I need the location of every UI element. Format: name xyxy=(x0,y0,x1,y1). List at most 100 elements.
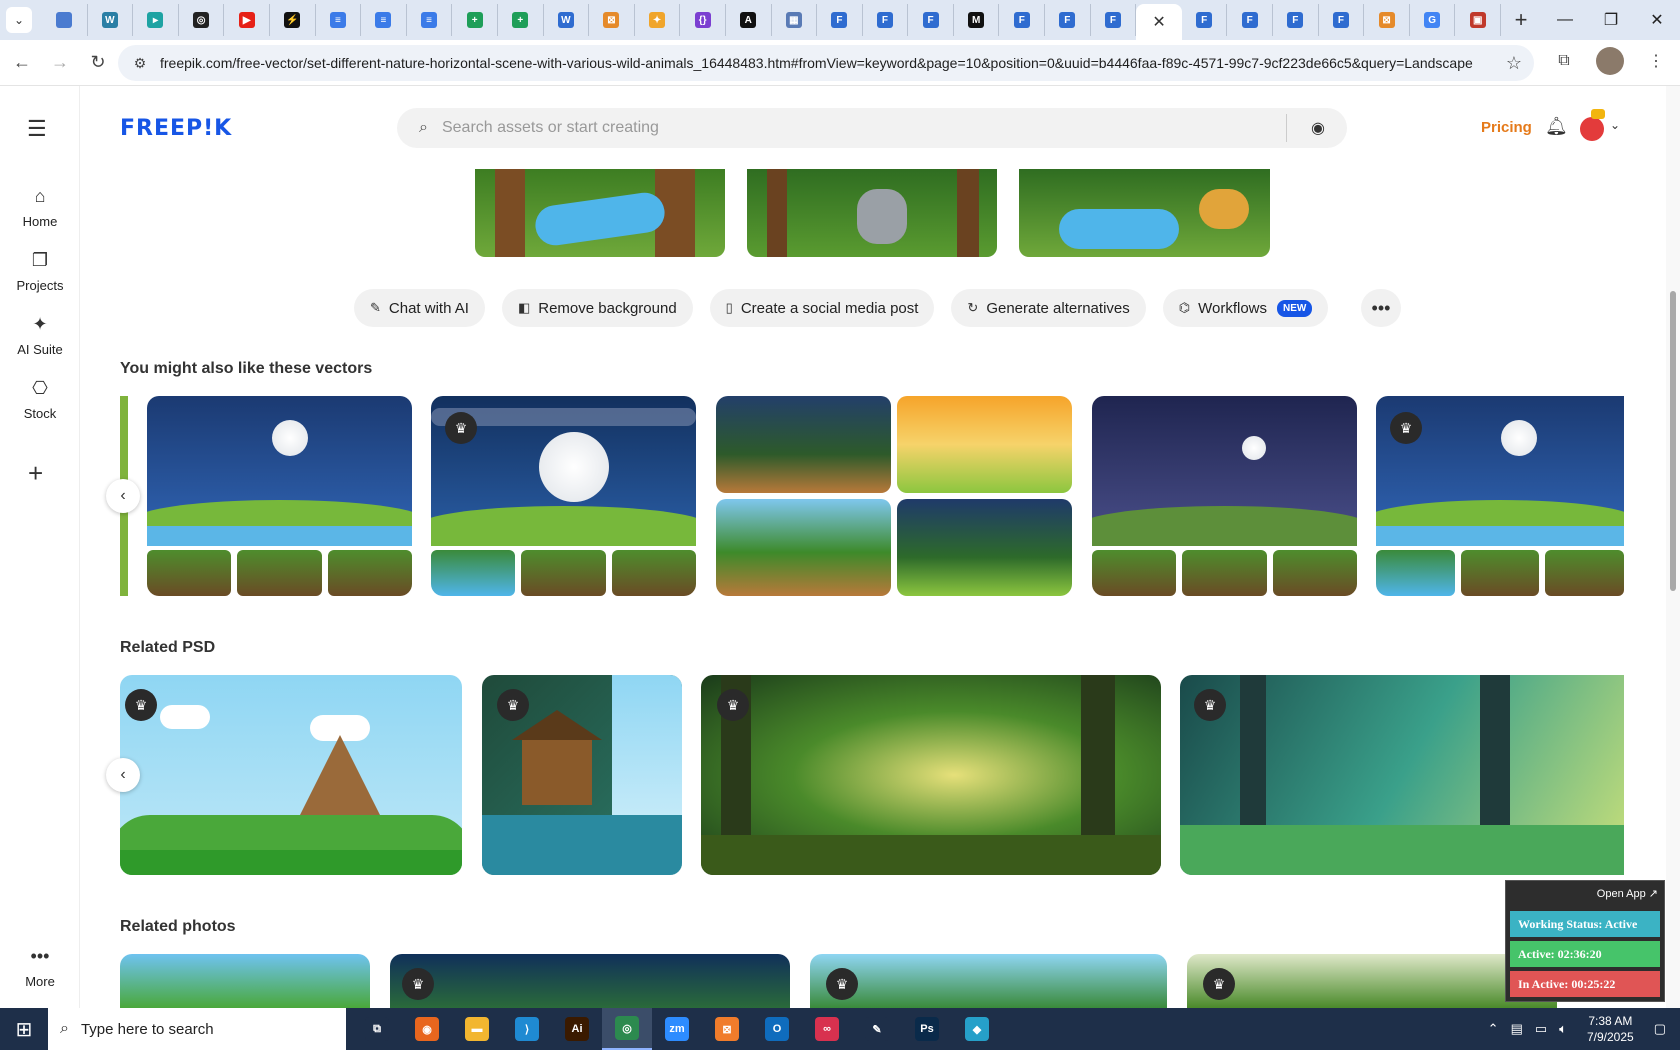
search-bar[interactable]: ⌕ ◉ xyxy=(397,108,1347,148)
close-icon[interactable]: ✕ xyxy=(1152,12,1165,32)
photo-card[interactable]: ♛ xyxy=(390,954,790,1008)
browser-tab[interactable]: G xyxy=(1410,4,1456,36)
taskbar-app[interactable]: ◆ xyxy=(952,1008,1002,1050)
rail-item-projects[interactable]: ❐ Projects xyxy=(0,250,80,293)
new-tab-button[interactable]: + xyxy=(1507,6,1535,34)
browser-tab[interactable]: ▣ xyxy=(1455,4,1501,36)
rail-item-ai-suite[interactable]: ✦ AI Suite xyxy=(0,314,80,357)
pricing-link[interactable]: Pricing xyxy=(1481,119,1532,136)
hamburger-menu-icon[interactable]: ☰ xyxy=(27,116,47,142)
browser-tab[interactable]: ▶ xyxy=(224,4,270,36)
browser-tab[interactable]: F xyxy=(999,4,1046,36)
add-icon[interactable]: + xyxy=(28,458,43,489)
preview-thumbnail[interactable] xyxy=(475,169,725,257)
photo-card[interactable]: ♛ xyxy=(810,954,1167,1008)
preview-thumbnail[interactable] xyxy=(1019,169,1270,257)
close-window-icon[interactable]: ✕ xyxy=(1634,0,1680,40)
browser-tab[interactable]: + xyxy=(498,4,544,36)
vector-card[interactable] xyxy=(716,396,1072,596)
maximize-icon[interactable]: ❐ xyxy=(1588,0,1634,40)
notification-center-icon[interactable]: ▢ xyxy=(1654,1021,1666,1037)
browser-tab[interactable]: ⊠ xyxy=(589,4,635,36)
browser-tab[interactable]: F xyxy=(908,4,954,36)
psd-card[interactable]: ♛ xyxy=(120,675,462,875)
windows-start-icon[interactable]: ⊞ xyxy=(0,1008,48,1050)
psd-card[interactable]: ♛ xyxy=(482,675,682,875)
taskbar-app[interactable]: ◎ xyxy=(602,1008,652,1050)
taskbar-app[interactable]: ⧉ xyxy=(352,1008,402,1050)
freepik-logo[interactable]: FREEP!K xyxy=(120,116,232,141)
browser-tab[interactable]: A xyxy=(726,4,772,36)
vector-card[interactable] xyxy=(147,396,412,596)
tab-search-icon[interactable]: ⌄ xyxy=(6,7,32,33)
browser-tab[interactable]: {} xyxy=(680,4,726,36)
photo-card[interactable] xyxy=(120,954,370,1008)
profile-avatar[interactable] xyxy=(1596,47,1624,75)
psd-card[interactable]: ♛ xyxy=(1180,675,1624,875)
scrollbar-thumb[interactable] xyxy=(1670,291,1676,591)
browser-tab[interactable]: W xyxy=(544,4,590,36)
vector-card[interactable]: ♛ xyxy=(1376,396,1624,596)
more-actions-icon[interactable]: ••• xyxy=(1361,289,1401,327)
psd-card[interactable]: ♛ xyxy=(701,675,1161,875)
url-text[interactable]: freepik.com/free-vector/set-different-na… xyxy=(160,55,1500,71)
minimize-icon[interactable]: — xyxy=(1542,0,1588,40)
bookmark-star-icon[interactable]: ☆ xyxy=(1506,53,1522,74)
reload-icon[interactable]: ↻ xyxy=(82,47,114,79)
browser-tab[interactable] xyxy=(42,4,88,36)
browser-tab[interactable]: ◎ xyxy=(179,4,225,36)
browser-tab[interactable]: F xyxy=(1273,4,1319,36)
browser-tab[interactable]: M xyxy=(954,4,1000,36)
browser-tab[interactable]: ≡ xyxy=(316,4,362,36)
page-scrollbar[interactable] xyxy=(1666,86,1680,1008)
taskbar-app[interactable]: ✎ xyxy=(852,1008,902,1050)
notification-bell-icon[interactable]: 🔔︎ xyxy=(1545,116,1568,137)
camera-search-icon[interactable]: ◉ xyxy=(1311,118,1325,138)
browser-tab[interactable]: ▸ xyxy=(133,4,179,36)
rail-item-stock[interactable]: ⎔ Stock xyxy=(0,378,80,421)
extensions-icon[interactable]: ⧉ xyxy=(1550,47,1578,75)
taskbar-app[interactable]: zm xyxy=(652,1008,702,1050)
browser-tab[interactable]: F xyxy=(863,4,909,36)
browser-tab[interactable]: F xyxy=(1045,4,1091,36)
browser-tab[interactable]: ≡ xyxy=(407,4,453,36)
chevron-up-icon[interactable]: ⌃ xyxy=(1488,1021,1499,1037)
browser-tab[interactable]: W xyxy=(88,4,134,36)
vector-card[interactable] xyxy=(1092,396,1357,596)
omnibox[interactable]: ⚙ freepik.com/free-vector/set-different-… xyxy=(118,45,1534,81)
taskbar-app[interactable]: O xyxy=(752,1008,802,1050)
chevron-down-icon[interactable]: ⌄ xyxy=(1610,118,1620,132)
browser-tab[interactable]: ⊠ xyxy=(1364,4,1410,36)
taskbar-app[interactable]: ◉ xyxy=(402,1008,452,1050)
action-chip-generate-alternatives[interactable]: ↻ Generate alternatives xyxy=(951,289,1146,327)
browser-tab[interactable]: F xyxy=(1227,4,1274,36)
carousel-prev-icon[interactable]: ‹ xyxy=(106,758,140,792)
photo-card[interactable]: ♛ xyxy=(1187,954,1557,1008)
browser-tab[interactable]: ⚡ xyxy=(270,4,316,36)
open-app-link[interactable]: Open App ↗ xyxy=(1597,887,1658,900)
browser-tab[interactable]: ✦ xyxy=(635,4,681,36)
taskbar-app[interactable]: ⊠ xyxy=(702,1008,752,1050)
action-chip-workflows[interactable]: ⌬ Workflows NEW xyxy=(1162,289,1329,327)
action-chip-chat-with-ai[interactable]: ✎ Chat with AI xyxy=(354,289,485,327)
volume-icon[interactable]: 🔈︎ xyxy=(1559,1021,1567,1037)
browser-tab[interactable]: ≡ xyxy=(361,4,407,36)
rail-item-more[interactable]: ••• More xyxy=(0,946,80,989)
action-chip-remove-background[interactable]: ◧ Remove background xyxy=(501,289,693,327)
browser-menu-icon[interactable]: ⋮ xyxy=(1642,47,1670,75)
taskbar-app[interactable]: ∞ xyxy=(802,1008,852,1050)
taskbar-app[interactable]: ▬ xyxy=(452,1008,502,1050)
browser-tab[interactable]: F xyxy=(1319,4,1365,36)
search-input[interactable] xyxy=(441,119,1242,137)
browser-tab[interactable]: ✕ xyxy=(1136,4,1182,40)
site-info-icon[interactable]: ⚙ xyxy=(128,55,152,72)
network-icon[interactable]: ▤ xyxy=(1511,1021,1523,1037)
battery-icon[interactable]: ▭ xyxy=(1535,1021,1547,1037)
taskbar-app[interactable]: ⟩ xyxy=(502,1008,552,1050)
browser-tab[interactable]: + xyxy=(452,4,498,36)
taskbar-clock[interactable]: 7:38 AM 7/9/2025 xyxy=(1587,1013,1634,1045)
rail-item-home[interactable]: ⌂ Home xyxy=(0,186,80,229)
browser-tab[interactable]: F xyxy=(1091,4,1137,36)
action-chip-create-a-social-media-post[interactable]: ▯ Create a social media post xyxy=(709,289,935,327)
forward-icon[interactable]: → xyxy=(44,47,76,79)
